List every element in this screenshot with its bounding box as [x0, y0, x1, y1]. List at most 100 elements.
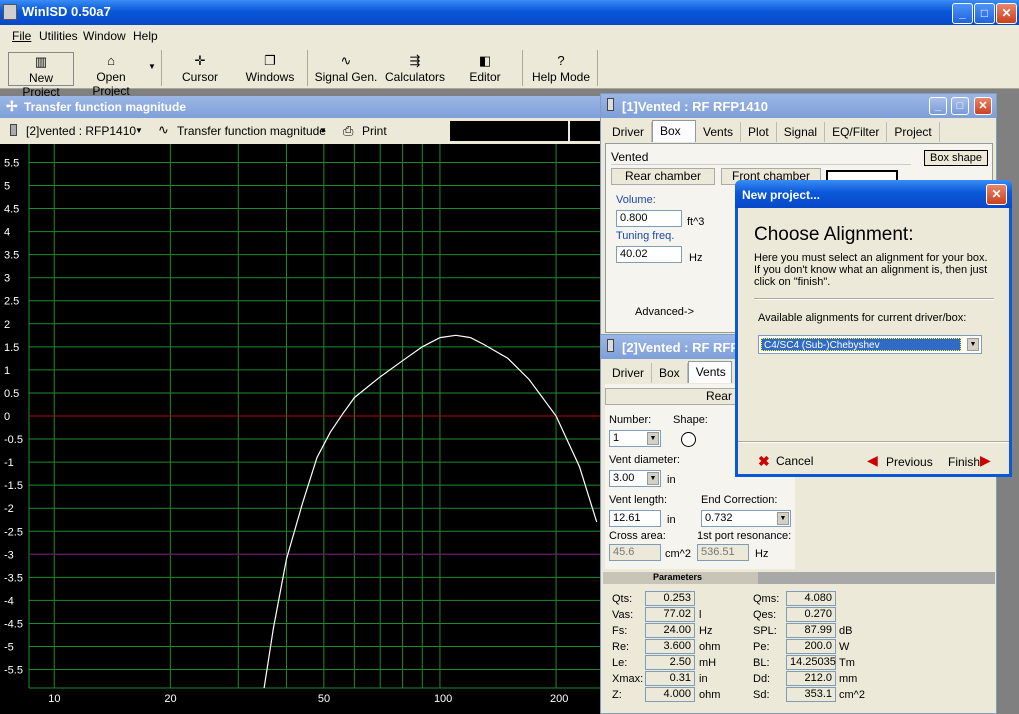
vent-length-unit: in — [667, 514, 676, 526]
dialog-title-bar: New project... ✕ — [735, 180, 1012, 208]
tab-signal[interactable]: Signal — [777, 122, 826, 142]
x-tick-label: 200 — [550, 693, 568, 705]
param-name: Qts: — [612, 593, 633, 605]
param-unit: l — [699, 609, 702, 621]
available-alignments-label: Available alignments for current driver/… — [758, 312, 967, 324]
advanced-button[interactable]: Advanced-> — [635, 306, 694, 318]
finish-button[interactable]: Finish — [948, 455, 980, 469]
param-value: 2.50 — [645, 655, 695, 670]
graph-window-icon: ✢ — [6, 98, 18, 114]
tab-eq-filter[interactable]: EQ/Filter — [825, 122, 888, 142]
tab-project[interactable]: Project — [887, 122, 940, 142]
chart-area[interactable]: 5.5 5 4.5 4 3.5 3 2.5 2 1.5 1 0.5 0 -0.5 -1 -1.5 -2 -2.5… — [0, 144, 600, 714]
signal-gen-icon: ∿ — [340, 53, 352, 68]
vented-window-1-tabs: Driver Box Vents Plot Signal EQ/Filter P… — [605, 120, 940, 142]
toolbar-separator — [307, 50, 308, 86]
y-tick-label: 0.5 — [4, 388, 19, 400]
number-label: Number: — [609, 414, 652, 426]
close-button[interactable]: ✕ — [974, 97, 992, 115]
previous-arrow-icon: ◀ — [867, 452, 878, 468]
new-project-button[interactable]: ▥ New Project — [8, 52, 74, 99]
cursor-button[interactable]: ✛ Cursor — [170, 52, 230, 90]
tab-plot[interactable]: Plot — [741, 122, 777, 142]
help-icon: ? — [557, 53, 565, 68]
menu-file[interactable]: File — [12, 29, 31, 43]
vent-length-input[interactable]: 12.61 — [609, 510, 661, 527]
cancel-button[interactable]: Cancel — [776, 454, 813, 468]
chevron-down-icon[interactable]: ▼ — [777, 512, 789, 525]
graph-window-title-bar: ✢ Transfer function magnitude — [0, 96, 600, 118]
param-unit: mm — [839, 673, 858, 685]
volume-input[interactable]: 0.800 — [616, 210, 682, 227]
close-button[interactable]: ✕ — [996, 3, 1017, 24]
cross-area-value: 45.6 — [609, 544, 661, 561]
volume-unit: ft^3 — [687, 216, 705, 228]
editor-button[interactable]: ◧ Editor — [458, 52, 512, 90]
new-project-icon: ▥ — [34, 54, 48, 69]
tab-box[interactable]: Box — [652, 120, 696, 142]
dialog-divider — [754, 298, 994, 300]
chevron-down-icon[interactable]: ▼ — [135, 126, 143, 135]
new-project-dialog: New project... ✕ Choose Alignment: Here … — [735, 180, 1012, 477]
tab-box[interactable]: Box — [652, 363, 688, 383]
tuning-freq-unit: Hz — [689, 252, 703, 264]
vent-number-select[interactable]: 1 ▼ — [609, 430, 661, 447]
app-title-bar: WinISD 0.50a7 _ □ ✕ — [0, 0, 1019, 25]
calculators-button[interactable]: ⇶ Calculators — [384, 52, 446, 90]
y-tick-label: -3.5 — [4, 572, 23, 584]
menu-window[interactable]: Window — [83, 29, 126, 43]
y-tick-label: 3 — [4, 273, 10, 285]
end-correction-select[interactable]: 0.732 ▼ — [701, 510, 791, 527]
minimize-button[interactable]: _ — [952, 3, 973, 24]
param-value: 24.00 — [645, 623, 695, 638]
close-button[interactable]: ✕ — [986, 184, 1007, 205]
chevron-down-icon[interactable]: ▼ — [647, 432, 659, 445]
project-select[interactable]: [2]vented : RFP1410 — [26, 124, 136, 138]
tab-vents[interactable]: Vents — [687, 361, 732, 383]
chevron-down-icon[interactable]: ▼ — [319, 126, 327, 135]
param-value: 87.99 — [786, 623, 836, 638]
open-project-dropdown-arrow[interactable]: ▼ — [148, 62, 156, 71]
y-tick-label: 1 — [4, 365, 10, 377]
windows-button[interactable]: ❐ Windows — [240, 52, 300, 90]
box-shape-button[interactable]: Box shape — [924, 150, 988, 166]
open-project-icon: ⌂ — [107, 53, 115, 68]
menu-help[interactable]: Help — [133, 29, 158, 43]
open-project-button[interactable]: ⌂ Open Project — [76, 52, 146, 98]
tab-driver[interactable]: Driver — [605, 363, 652, 383]
rear-chamber-tab[interactable]: Rear chamber — [611, 168, 715, 185]
chevron-down-icon[interactable]: ▼ — [967, 338, 979, 351]
tab-driver[interactable]: Driver — [605, 122, 652, 142]
print-button[interactable]: Print — [362, 124, 387, 138]
help-mode-button[interactable]: ? Help Mode — [530, 52, 592, 90]
alignment-select[interactable]: C4/SC4 (Sub-)Chebyshev ▼ — [758, 335, 982, 354]
dialog-title: New project... — [742, 188, 821, 202]
vent-diameter-select[interactable]: 3.00 ▼ — [609, 470, 661, 487]
maximize-button[interactable]: □ — [974, 3, 995, 24]
param-value: 4.000 — [645, 687, 695, 702]
maximize-button[interactable]: □ — [951, 97, 969, 115]
menu-utilities[interactable]: Utilities — [39, 29, 78, 43]
tuning-freq-input[interactable]: 40.02 — [616, 246, 682, 263]
tab-vents[interactable]: Vents — [696, 122, 742, 142]
signal-gen-button[interactable]: ∿ Signal Gen. — [314, 52, 378, 90]
param-name: Vas: — [612, 609, 634, 621]
menu-bar: File Utilities Window Help — [0, 25, 1019, 47]
round-shape-icon[interactable] — [681, 432, 696, 447]
parameters-panel: Qts: 0.253 Vas: 77.02 l Fs: 24.00 Hz Re: 3.600 ohm… — [603, 585, 995, 713]
parameters-splitter[interactable] — [758, 572, 995, 584]
minimize-button[interactable]: _ — [929, 97, 947, 115]
plot-type-icon: ∿ — [158, 122, 169, 137]
param-value: 0.253 — [645, 591, 695, 606]
window-icon — [607, 98, 614, 111]
param-unit: cm^2 — [839, 689, 865, 701]
editor-icon: ◧ — [478, 53, 492, 68]
chevron-down-icon[interactable]: ▼ — [647, 472, 659, 485]
app-title: WinISD 0.50a7 — [22, 4, 111, 19]
plot-type-select[interactable]: Transfer function magnitude — [177, 124, 326, 138]
previous-button[interactable]: Previous — [886, 455, 933, 469]
vented-window-1-title-bar: [1]Vented : RF RFP1410 _ □ ✕ — [601, 94, 996, 118]
windows-icon: ❐ — [264, 53, 276, 68]
param-value: 3.600 — [645, 639, 695, 654]
x-tick-label: 20 — [164, 693, 176, 705]
